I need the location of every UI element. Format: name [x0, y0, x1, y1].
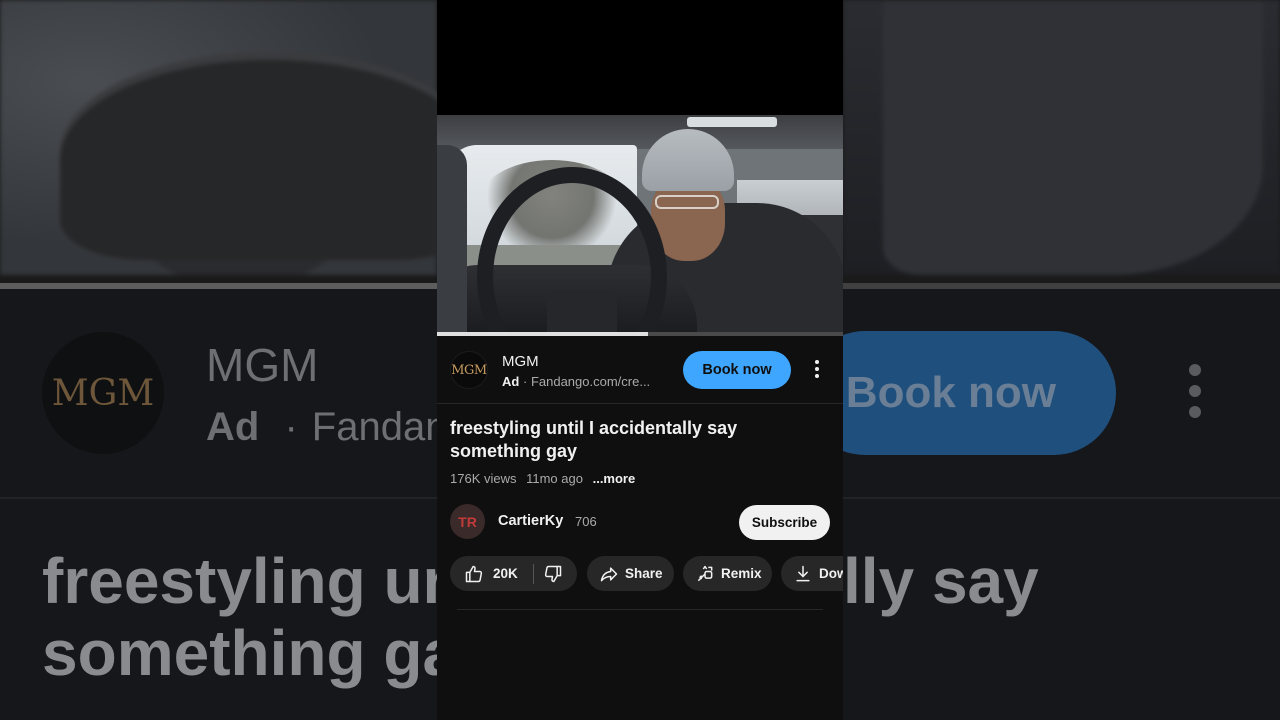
video-title[interactable]: freestyling until I accidentally say som…: [450, 417, 830, 463]
background-advertiser-name: MGM: [206, 339, 319, 391]
blurred-background-right: Book now lly say: [843, 0, 1280, 720]
ad-subline: Ad · Fandango.com/cre...: [502, 374, 651, 389]
background-ad-logo: MGM: [42, 332, 164, 454]
divider: [437, 403, 843, 404]
ad-logo[interactable]: MGM: [450, 351, 488, 389]
background-video-frame: [843, 0, 1280, 275]
divider: [457, 609, 823, 610]
background-ad-label: Ad · Fandan: [206, 405, 437, 449]
background-title-left: freestyling un something ga: [42, 545, 437, 689]
shorts-player: MGM MGM Ad · Fandango.com/cre... Book no…: [437, 0, 843, 720]
background-video-frame: [0, 0, 437, 275]
background-book-button: Book now: [843, 331, 1116, 455]
channel-row: TR CartierKy 706 Subscribe: [437, 502, 843, 542]
download-button[interactable]: Dow: [781, 556, 843, 591]
share-arrow-icon: [600, 566, 618, 581]
remix-icon: [697, 565, 713, 581]
blurred-background-left: MGM MGM Ad · Fandan freestyling un somethi…: [0, 0, 437, 720]
ad-domain: Fandango.com/cre...: [530, 374, 651, 389]
more-options-icon[interactable]: [809, 360, 825, 382]
share-button[interactable]: Share: [587, 556, 674, 591]
ad-advertiser-name: MGM: [502, 353, 539, 370]
channel-name[interactable]: CartierKy: [498, 513, 563, 529]
shorts-player-stage: MGM MGM Ad · Fandan freestyling un somethi…: [0, 0, 1280, 720]
view-count: 176K views: [450, 471, 517, 486]
ad-banner[interactable]: MGM MGM Ad · Fandango.com/cre... Book no…: [437, 336, 843, 403]
background-more-icon: [1189, 364, 1203, 427]
remix-button[interactable]: Remix: [683, 556, 772, 591]
info-panel: MGM MGM Ad · Fandango.com/cre... Book no…: [437, 336, 843, 720]
ad-label: Ad: [502, 374, 520, 389]
upload-age: 11mo ago: [526, 471, 583, 486]
subscriber-count: 706: [575, 514, 597, 529]
video-frame[interactable]: [437, 115, 843, 332]
like-dislike-pill: 20K: [450, 556, 577, 591]
book-now-button[interactable]: Book now: [683, 351, 791, 389]
subscribe-button[interactable]: Subscribe: [739, 505, 830, 540]
action-bar: 20K Share Remix Dow: [450, 556, 843, 591]
video-meta: 176K views 11mo ago ...more: [450, 471, 635, 486]
thumbs-up-icon[interactable]: [464, 564, 484, 584]
download-icon: [796, 565, 810, 581]
like-count[interactable]: 20K: [493, 566, 518, 581]
more-description-link[interactable]: ...more: [593, 471, 636, 486]
thumbs-down-icon[interactable]: [543, 564, 563, 584]
channel-avatar[interactable]: TR: [450, 504, 485, 539]
background-title-right: lly say: [843, 545, 1039, 617]
